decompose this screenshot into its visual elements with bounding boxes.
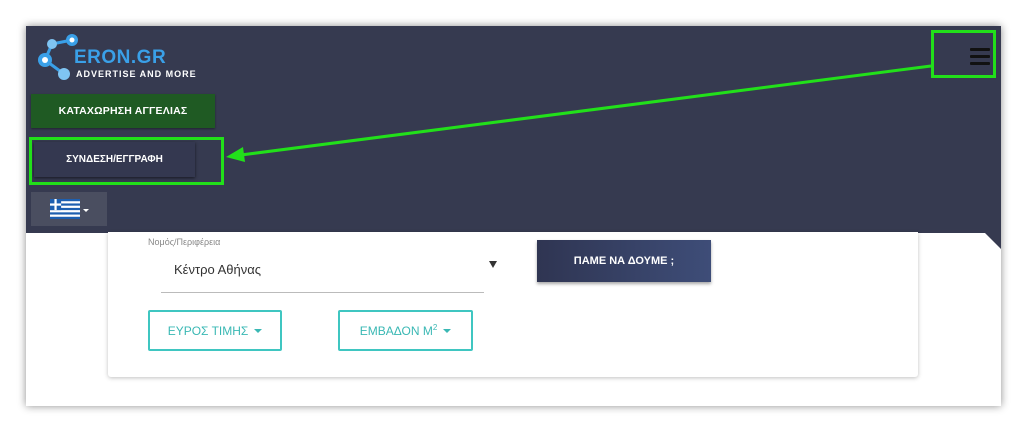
browser-viewport: ERON.GR ADVERTISE AND MORE ΚΑΤΑΧΩΡΗΣΗ ΑΓ… xyxy=(26,26,1001,406)
annotation-arrow xyxy=(226,64,932,162)
